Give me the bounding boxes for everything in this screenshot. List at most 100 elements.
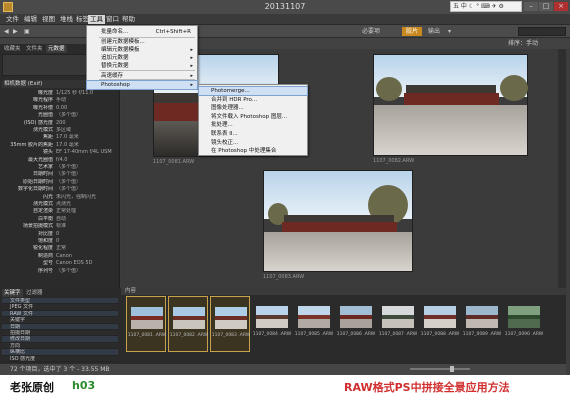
tools-menu-item[interactable]: 替换元数据 ▸ (87, 62, 197, 70)
metadata-row: 对比度 0 (2, 231, 118, 238)
tab-metadata[interactable]: 元数据 (46, 45, 67, 53)
title-bar: 20131107 五 中 ☾ ° ⌨ ✈ ⚙ – □ × (0, 0, 570, 14)
thumbnail-caption: 1107_0089 .ARW (462, 332, 502, 337)
metadata-value: 17.0 毫米 (56, 134, 79, 141)
metadata-key: 场景拍摄模式 (22, 223, 53, 230)
menu-help[interactable]: 帮助 (120, 15, 137, 24)
forward-icon[interactable]: ▶ (13, 28, 18, 36)
metadata-key: 测光模式 (32, 201, 53, 207)
tools-menu-item[interactable]: 批量命名... Ctrl+Shift+R (87, 28, 197, 36)
workspace-chevron-icon[interactable]: ▾ (448, 28, 451, 36)
menu-tools[interactable]: 工具 (88, 15, 105, 24)
metadata-key: 测光模式 (32, 127, 53, 133)
metadata-key: 曝光度 (37, 90, 53, 96)
photoshop-menu-item[interactable]: 在 Photoshop 中处理集合 (199, 147, 307, 155)
metadata-key: 对比度 (37, 230, 53, 237)
tools-menu-item[interactable]: 创建元数据模板... (87, 38, 197, 46)
caption-2: 1107_0082.ARW (373, 158, 415, 164)
thumbnail-image (131, 307, 163, 329)
menu-window[interactable]: 窗口 (104, 15, 121, 24)
filmstrip-thumbnail[interactable]: 1107_0085 .ARW (294, 296, 334, 352)
metadata-key: 自定渲染 (32, 208, 53, 215)
thumbnail-size-slider[interactable] (410, 368, 470, 370)
back-icon[interactable]: ◀ (4, 28, 9, 36)
folder-icon[interactable]: ▣ (24, 28, 30, 36)
menu-item-label: 追加元数据 (101, 55, 129, 61)
filmstrip-thumbnail[interactable]: 1107_0087 .ARW (378, 296, 418, 352)
workspace-essentials[interactable]: 必要项 (362, 28, 380, 36)
filmstrip-thumbnail[interactable]: 1107_0083 .ARW (210, 296, 250, 352)
sort-label[interactable]: 排序：手动 (508, 40, 538, 48)
menu-item-label: 创建元数据模板... (101, 39, 145, 45)
content-scrollbar[interactable] (558, 49, 566, 289)
filmstrip-thumbnail[interactable]: 1107_0081 .ARW (126, 296, 166, 352)
photoshop-menu-item[interactable]: 镜头校正... (199, 139, 307, 147)
bridge-app-icon[interactable] (3, 2, 13, 12)
slider-handle[interactable] (450, 366, 454, 372)
maximize-button[interactable]: □ (539, 2, 553, 11)
menu-stack[interactable]: 堆栈 (58, 15, 75, 24)
tab-folders[interactable]: 文件夹 (24, 45, 45, 53)
filmstrip-thumbnail[interactable]: 1107_0088 .ARW (420, 296, 460, 352)
caption-3: 1107_0083.ARW (263, 274, 305, 280)
thumbnail-caption: 1107_0090 .ARW (504, 332, 544, 337)
filter-row[interactable]: ISO 感光度 (2, 355, 118, 362)
filmstrip-header: 内容 (121, 288, 566, 295)
metadata-key: 数字化日期时间 (17, 186, 53, 193)
thumbnail-caption: 1107_0081 .ARW (127, 333, 167, 338)
close-button[interactable]: × (554, 2, 568, 11)
tools-menu-item[interactable]: Photoshop ▸ (86, 80, 198, 90)
tools-menu-item[interactable]: 编辑元数据模板 ▸ (87, 46, 197, 54)
photoshop-menu-item[interactable]: 将文件载入 Photoshop 图层... (199, 113, 307, 121)
filmstrip-thumbnail[interactable]: 1107_0090 .ARW (504, 296, 544, 352)
photoshop-menu-item[interactable]: Photomerge... (198, 86, 308, 96)
workspace-filmstrip[interactable]: 胶片 (402, 27, 422, 36)
metadata-key: 曝光补偿 (32, 104, 53, 111)
menu-separator (99, 79, 195, 80)
submenu-arrow-icon: ▸ (190, 82, 193, 88)
menu-edit[interactable]: 编辑 (22, 15, 39, 24)
metadata-key: 饱和度 (37, 238, 53, 244)
metadata-value: 自动 (56, 215, 67, 222)
metadata-value: 0 (56, 230, 60, 237)
menu-item-shortcut: Ctrl+Shift+R (155, 29, 191, 35)
thumbnail-caption: 1107_0082 .ARW (169, 333, 209, 338)
metadata-value: 1/125 秒 f/11.0 (56, 90, 94, 96)
filter-panel: 关键字 过滤器 文件类型 JPEG 文件 RAW 文件 关键字 日期 拍摄日期 修改日期 方向… (0, 288, 121, 363)
filmstrip-thumbnail[interactable]: 1107_0084 .ARW (252, 296, 292, 352)
input-method-tray[interactable]: 五 中 ☾ ° ⌨ ✈ ⚙ (450, 1, 522, 12)
metadata-key: 日期时间 (32, 171, 53, 178)
menu-view[interactable]: 视图 (40, 15, 57, 24)
filmstrip-thumbnail[interactable]: 1107_0089 .ARW (462, 296, 502, 352)
photoshop-menu-item[interactable]: 合并到 HDR Pro... (199, 96, 307, 104)
metadata-row: (ISO) 感光度 200 (2, 120, 118, 127)
thumbnail-image (340, 306, 372, 328)
tab-favorites[interactable]: 收藏夹 (2, 45, 23, 53)
tools-menu-item[interactable]: 追加元数据 ▸ (87, 54, 197, 62)
preview-image-3[interactable] (263, 170, 413, 272)
submenu-arrow-icon: ▸ (190, 55, 193, 61)
tab-filter[interactable]: 过滤器 (24, 289, 45, 297)
tab-content[interactable]: 内容 (123, 287, 138, 295)
metadata-value: 手动 (56, 97, 67, 104)
thumbnail-caption: 1107_0088 .ARW (420, 332, 460, 337)
search-input[interactable] (518, 27, 566, 36)
metadata-value: 17.0 毫米 (56, 141, 79, 148)
preview-image-2[interactable] (373, 54, 528, 156)
photoshop-menu-item[interactable]: 图像处理器... (199, 104, 307, 112)
metadata-row: 原始日期时间 （多个值） (2, 179, 118, 186)
minimize-button[interactable]: – (524, 2, 538, 11)
metadata-row: 光圈值 （多个值） (2, 112, 118, 119)
metadata-row: 测光模式 点测光 (2, 201, 118, 208)
tab-keywords[interactable]: 关键字 (2, 289, 23, 297)
filmstrip-thumbnail[interactable]: 1107_0082 .ARW (168, 296, 208, 352)
filmstrip-thumbnail[interactable]: 1107_0086 .ARW (336, 296, 376, 352)
thumbnail-image (382, 306, 414, 328)
tutorial-title: RAW格式PS中拼接全景应用方法 (344, 381, 510, 394)
menu-separator (99, 70, 195, 71)
workspace-output[interactable]: 输出 (428, 28, 440, 36)
photoshop-menu-item[interactable]: 批处理... (199, 121, 307, 129)
photoshop-menu-item[interactable]: 联系表 II... (199, 130, 307, 138)
metadata-value: 未闪光，强制闪光 (56, 193, 97, 200)
menu-file[interactable]: 文件 (4, 15, 21, 24)
